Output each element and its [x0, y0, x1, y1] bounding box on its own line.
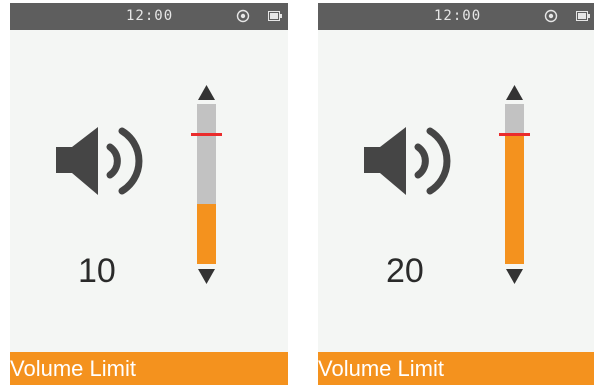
volume-limit-marker	[499, 133, 530, 136]
volume-level-fill	[505, 134, 524, 264]
clock: 12:00	[434, 8, 482, 24]
status-bar: 12:00	[10, 3, 288, 30]
battery-icon	[576, 11, 590, 21]
wifi-icon	[236, 9, 250, 23]
status-bar: 12:00	[318, 3, 594, 30]
volume-slider[interactable]	[191, 104, 222, 264]
volume-limit-marker	[191, 133, 222, 136]
volume-value: 10	[78, 252, 116, 290]
speaker-volume-icon	[364, 127, 451, 195]
battery-icon	[268, 11, 282, 21]
device-screen-right: 12:00 20 Volume Limit	[318, 3, 594, 385]
bottom-title-bar: Volume Limit	[318, 352, 594, 385]
screen-title: Volume Limit	[10, 356, 136, 381]
volume-up-arrow-icon[interactable]	[506, 85, 523, 100]
volume-up-arrow-icon[interactable]	[198, 85, 215, 100]
bottom-title-bar: Volume Limit	[10, 352, 288, 385]
volume-slider[interactable]	[499, 104, 530, 264]
volume-down-arrow-icon[interactable]	[198, 269, 215, 284]
volume-down-arrow-icon[interactable]	[506, 269, 523, 284]
wifi-icon	[544, 9, 558, 23]
volume-level-fill	[197, 204, 216, 264]
screen-title: Volume Limit	[318, 356, 444, 381]
volume-value: 20	[386, 252, 424, 290]
device-screen-left: 12:00 10 Volume Limit	[10, 3, 288, 385]
speaker-volume-icon	[56, 127, 143, 195]
clock: 12:00	[126, 8, 174, 24]
